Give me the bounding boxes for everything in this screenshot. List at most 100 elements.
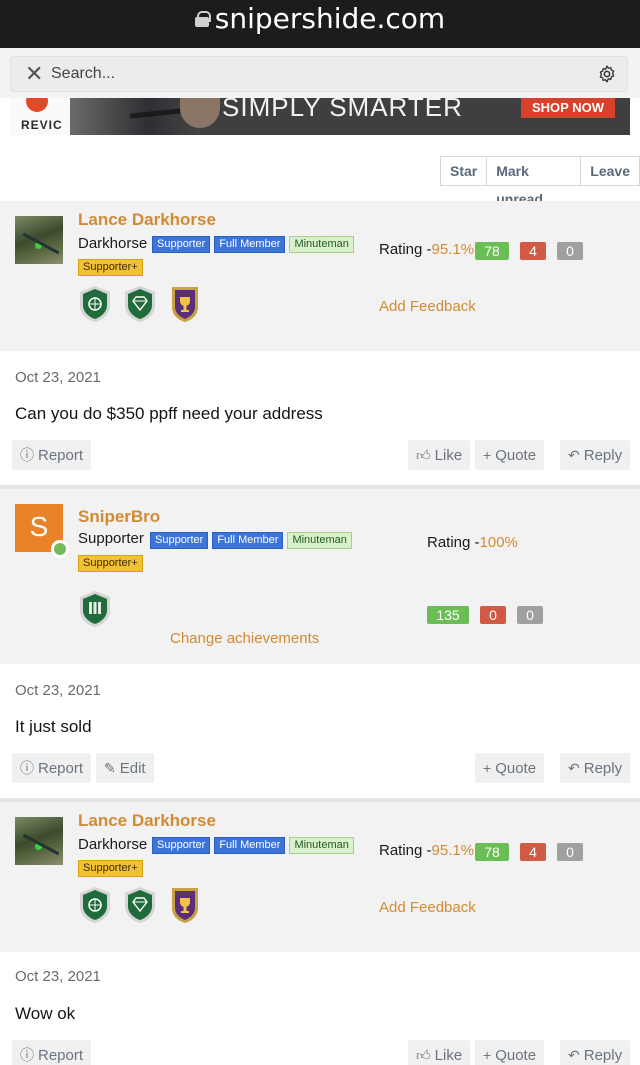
avatar[interactable]: S xyxy=(15,504,69,558)
report-button[interactable]: ⓘ Report xyxy=(12,1040,92,1065)
negative-count[interactable]: 4 xyxy=(520,843,546,861)
leave-button[interactable]: Leave xyxy=(580,157,639,185)
shop-now-button[interactable]: SHOP NOW xyxy=(521,98,615,118)
post-date[interactable]: Oct 23, 2021 xyxy=(15,968,101,985)
post-user-panel: Lance Darkhorse Darkhorse Supporter Full… xyxy=(0,201,640,351)
quote-button[interactable]: + Quote xyxy=(475,753,545,783)
search-placeholder: Search... xyxy=(51,65,116,82)
post-user-panel: S SniperBro Supporter Supporter Full Mem… xyxy=(0,489,640,664)
post-body: Can you do $350 ppff need your address xyxy=(15,404,323,423)
avatar[interactable] xyxy=(15,216,63,264)
plus-icon: + xyxy=(483,1047,492,1063)
post-date[interactable]: Oct 23, 2021 xyxy=(15,369,101,386)
rating: Rating -95.1% xyxy=(379,241,475,258)
post: Lance Darkhorse Darkhorse Supporter Full… xyxy=(0,802,640,1065)
rating: Rating -95.1% xyxy=(379,842,475,859)
close-icon[interactable]: ✕ xyxy=(25,61,43,87)
user-banners: Supporter Full Member Minuteman xyxy=(150,532,356,549)
search-area: ✕ Search... xyxy=(0,48,640,98)
add-feedback-link[interactable]: Add Feedback xyxy=(379,899,476,916)
reply-icon: ↶ xyxy=(568,447,580,463)
badge-supporter: Supporter xyxy=(152,837,211,854)
trophies xyxy=(78,285,213,323)
advert-banner[interactable]: REVIC SIMPLY SMARTER SHOP NOW xyxy=(10,98,630,135)
thumbs-up-icon: 👍︎ xyxy=(416,447,431,463)
online-status-icon xyxy=(51,540,69,558)
thumbs-up-icon: 👍︎ xyxy=(416,1047,431,1063)
badge-full-member: Full Member xyxy=(214,236,286,253)
user-title: Supporter xyxy=(78,530,144,547)
plus-icon: + xyxy=(483,447,492,463)
banner-headline: SIMPLY SMARTER xyxy=(222,98,463,122)
badge-minuteman: Minuteman xyxy=(287,532,352,549)
post-user-panel: Lance Darkhorse Darkhorse Supporter Full… xyxy=(0,802,640,952)
lock-icon xyxy=(194,11,211,27)
quote-button[interactable]: + Quote xyxy=(475,440,545,470)
badge-minuteman: Minuteman xyxy=(289,837,354,854)
search-input[interactable]: ✕ Search... xyxy=(10,56,628,92)
banner-brand: REVIC xyxy=(21,118,63,132)
address-url[interactable]: snipershide.com xyxy=(0,2,640,35)
post-body: It just sold xyxy=(15,717,92,736)
badge-supporter-plus: Supporter+ xyxy=(78,860,143,877)
neutral-count[interactable]: 0 xyxy=(557,242,583,260)
user-banners: Supporter Full Member Minuteman xyxy=(152,236,358,253)
badge-minuteman: Minuteman xyxy=(289,236,354,253)
pencil-icon: ✎ xyxy=(104,760,116,776)
diamond-shield-icon[interactable] xyxy=(123,285,157,323)
browser-address-bar[interactable]: snipershide.com xyxy=(0,0,640,48)
trophies xyxy=(78,886,213,924)
negative-count[interactable]: 4 xyxy=(520,242,546,260)
user-title: Darkhorse xyxy=(78,235,148,252)
quote-button[interactable]: + Quote xyxy=(475,1040,545,1065)
edit-button[interactable]: ✎ Edit xyxy=(96,753,154,783)
diamond-shield-icon[interactable] xyxy=(123,886,157,924)
like-button[interactable]: 👍︎ Like xyxy=(408,1040,471,1065)
trophies xyxy=(78,590,123,628)
reply-button[interactable]: ↶ Reply xyxy=(560,440,631,470)
avatar[interactable] xyxy=(15,817,63,865)
star-button[interactable]: Star xyxy=(441,157,486,185)
badge-supporter: Supporter xyxy=(152,236,211,253)
username[interactable]: SniperBro xyxy=(78,507,160,527)
reply-button[interactable]: ↶ Reply xyxy=(560,1040,631,1065)
globe-shield-icon[interactable] xyxy=(78,285,112,323)
badge-supporter: Supporter xyxy=(150,532,209,549)
revic-logo-icon xyxy=(26,98,48,112)
report-icon: ⓘ xyxy=(20,760,34,776)
reply-button[interactable]: ↶ Reply xyxy=(560,753,631,783)
reply-icon: ↶ xyxy=(568,1047,580,1063)
badge-supporter-plus: Supporter+ xyxy=(78,259,143,276)
post: S SniperBro Supporter Supporter Full Mem… xyxy=(0,489,640,799)
post-body: Wow ok xyxy=(15,1004,76,1023)
report-button[interactable]: ⓘ Report xyxy=(12,753,92,783)
like-button[interactable]: 👍︎ Like xyxy=(408,440,471,470)
post: Lance Darkhorse Darkhorse Supporter Full… xyxy=(0,201,640,487)
negative-count[interactable]: 0 xyxy=(480,606,506,624)
ammo-shield-icon[interactable] xyxy=(78,590,112,628)
neutral-count[interactable]: 0 xyxy=(557,843,583,861)
gear-icon[interactable] xyxy=(597,64,617,84)
user-title: Darkhorse xyxy=(78,836,148,853)
thread-tools: Star Mark unread Leave xyxy=(440,156,640,207)
banner-photo xyxy=(70,98,220,135)
username[interactable]: Lance Darkhorse xyxy=(78,811,216,831)
add-feedback-link[interactable]: Add Feedback xyxy=(379,298,476,315)
trophy-shield-icon[interactable] xyxy=(168,285,202,323)
change-achievements-link[interactable]: Change achievements xyxy=(170,630,319,647)
mark-unread-button[interactable]: Mark unread xyxy=(486,157,580,207)
badge-full-member: Full Member xyxy=(212,532,284,549)
plus-icon: + xyxy=(483,760,492,776)
report-icon: ⓘ xyxy=(20,1047,34,1063)
neutral-count[interactable]: 0 xyxy=(517,606,543,624)
post-date[interactable]: Oct 23, 2021 xyxy=(15,682,101,699)
globe-shield-icon[interactable] xyxy=(78,886,112,924)
positive-count[interactable]: 78 xyxy=(475,242,509,260)
username[interactable]: Lance Darkhorse xyxy=(78,210,216,230)
reply-icon: ↶ xyxy=(568,760,580,776)
user-banners: Supporter Full Member Minuteman xyxy=(152,837,358,854)
report-button[interactable]: ⓘ Report xyxy=(12,440,92,470)
positive-count[interactable]: 135 xyxy=(427,606,469,624)
trophy-shield-icon[interactable] xyxy=(168,886,202,924)
positive-count[interactable]: 78 xyxy=(475,843,509,861)
